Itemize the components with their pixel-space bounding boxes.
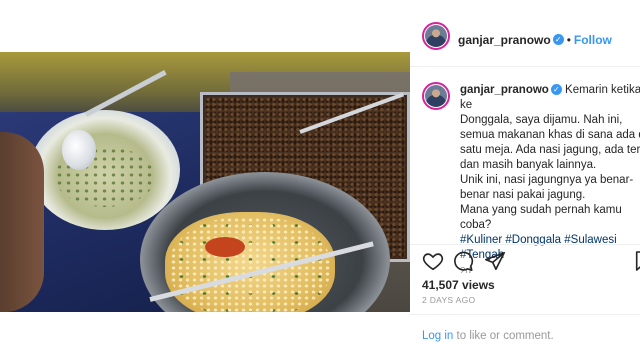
- caption-verified-badge-icon: ✓: [550, 84, 562, 96]
- header-user-row: ganjar_pranowo ✓ • Follow: [458, 31, 612, 49]
- rice-texture: [170, 217, 330, 312]
- sambal: [205, 237, 245, 257]
- login-prompt: Log in to like or comment.: [422, 330, 554, 342]
- save-icon[interactable]: [634, 250, 640, 272]
- caption-line-2: Donggala, saya dijamu. Nah ini,: [460, 114, 623, 126]
- comment-icon[interactable]: [452, 250, 474, 272]
- spoon: [62, 130, 96, 170]
- caption-line-4: satu meja. Ada nasi jagung, ada teri,: [460, 144, 640, 156]
- share-icon[interactable]: [484, 250, 506, 272]
- caption-text: ganjar_pranowo ✓ Kemarin ketika ke Dongga…: [460, 83, 640, 278]
- post-side-panel: ganjar_pranowo ✓ • Follow ganjar_pranowo ✓ K…: [410, 0, 640, 360]
- caption-line-3: semua makanan khas di sana ada di: [460, 129, 640, 141]
- header-username[interactable]: ganjar_pranowo: [458, 33, 551, 47]
- verified-badge-icon: ✓: [552, 34, 564, 46]
- action-bar: [422, 250, 640, 274]
- view-count[interactable]: 41,507 views: [422, 278, 495, 292]
- post-header: ganjar_pranowo ✓ • Follow: [410, 18, 640, 58]
- caption-line-8: Mana yang sudah pernah kamu coba?: [460, 204, 622, 231]
- post-video[interactable]: [0, 52, 410, 312]
- heart-icon[interactable]: [422, 250, 444, 272]
- header-divider: [410, 66, 640, 67]
- login-divider: [410, 314, 640, 315]
- actions-divider: [410, 244, 640, 245]
- avatar[interactable]: [422, 22, 450, 50]
- caption-username[interactable]: ganjar_pranowo: [460, 84, 549, 96]
- caption-line-7: benar nasi pakai jagung.: [460, 189, 586, 201]
- avatar-image: [425, 25, 447, 47]
- login-rest-text: to like or comment.: [453, 330, 554, 342]
- caption-line-5: dan masih banyak lainnya.: [460, 159, 597, 171]
- caption-avatar-image: [425, 85, 447, 107]
- hand: [0, 132, 44, 312]
- caption-avatar[interactable]: [422, 82, 450, 110]
- follow-button[interactable]: Follow: [574, 33, 612, 47]
- instagram-post: ganjar_pranowo ✓ • Follow ganjar_pranowo ✓ K…: [0, 0, 640, 360]
- header-separator: •: [566, 33, 571, 47]
- caption-line-6: Unik ini, nasi jagungnya ya benar-: [460, 174, 634, 186]
- post-timestamp[interactable]: 2 DAYS AGO: [422, 295, 475, 305]
- login-link[interactable]: Log in: [422, 330, 453, 342]
